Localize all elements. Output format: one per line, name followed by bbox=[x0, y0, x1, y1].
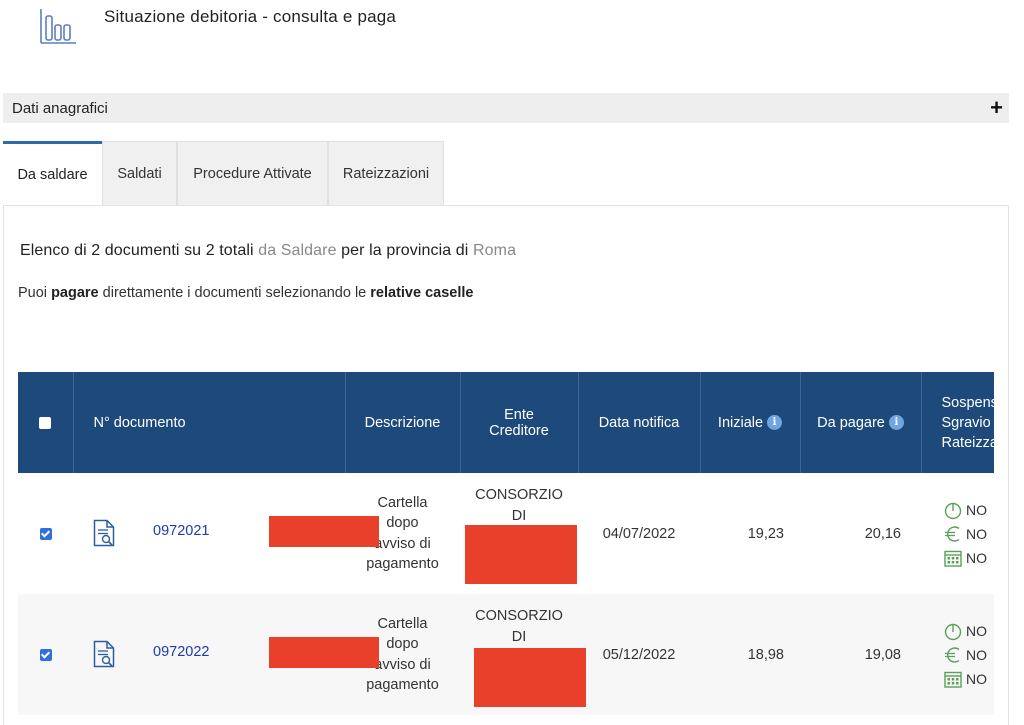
tab-da-saldare[interactable]: Da saldare bbox=[3, 141, 102, 205]
document-cell: 0972021 bbox=[73, 473, 379, 594]
select-all-checkbox[interactable] bbox=[39, 416, 52, 429]
ente-creditore-cell: CONSORZIO DI bbox=[460, 473, 578, 594]
calendar-icon bbox=[944, 671, 962, 688]
rateizzazione-flag: NO bbox=[943, 667, 994, 691]
document-cell: 0972022 bbox=[73, 594, 379, 715]
info-icon[interactable]: i bbox=[767, 415, 783, 431]
tab-saldati[interactable]: Saldati bbox=[102, 141, 177, 205]
row-checkbox[interactable] bbox=[39, 648, 52, 661]
redaction-block bbox=[474, 648, 586, 707]
bar-chart-icon bbox=[40, 9, 76, 44]
documents-table: N° documento Descrizione Ente Creditore D… bbox=[18, 372, 994, 715]
document-search-icon[interactable] bbox=[93, 640, 115, 668]
row-select-cell bbox=[18, 594, 73, 715]
iniziale-cell: 18,98 bbox=[700, 594, 800, 715]
document-number-link[interactable]: 0972021 bbox=[153, 523, 209, 539]
tab-bar: Da saldare Saldati Procedure Attivate Ra… bbox=[3, 141, 444, 205]
table-row: 0972022 Cartella dopo avviso di pagamento C… bbox=[18, 594, 994, 715]
table-row: 0972021 Cartella dopo avviso di pagamento C… bbox=[18, 473, 994, 594]
header-sospensione-sgravio-rateizzazione[interactable]: Sospens Sgravio Rateizza bbox=[921, 372, 994, 473]
header-descrizione[interactable]: Descrizione bbox=[345, 372, 461, 473]
document-number-link[interactable]: 0972022 bbox=[153, 644, 209, 660]
info-icon[interactable]: i bbox=[888, 415, 904, 431]
payment-instructions: Puoi pagare direttamente i documenti sel… bbox=[18, 285, 474, 301]
status-flags-cell: NO NO NO bbox=[921, 594, 994, 715]
timer-icon bbox=[944, 623, 962, 640]
redaction-block bbox=[269, 516, 379, 547]
header-n-documento[interactable]: N° documento bbox=[73, 372, 346, 473]
data-notifica-cell: 05/12/2022 bbox=[578, 594, 700, 715]
redaction-block bbox=[269, 637, 379, 668]
iniziale-cell: 19,23 bbox=[747, 525, 784, 542]
expand-plus-icon[interactable]: + bbox=[990, 97, 1003, 119]
tab-rateizzazioni[interactable]: Rateizzazioni bbox=[328, 141, 444, 205]
tab-procedure-attivate[interactable]: Procedure Attivate bbox=[177, 141, 328, 205]
page-title: Situazione debitoria - consulta e paga bbox=[104, 7, 397, 26]
header-ente-creditore[interactable]: Ente Creditore bbox=[460, 372, 579, 473]
page-header: Situazione debitoria - consulta e paga bbox=[0, 0, 1024, 60]
row-select-cell bbox=[18, 473, 73, 594]
select-all-header bbox=[18, 372, 74, 473]
document-search-icon[interactable] bbox=[93, 519, 115, 547]
documents-table-wrapper[interactable]: N° documento Descrizione Ente Creditore D… bbox=[18, 372, 994, 716]
sospensione-flag: NO bbox=[943, 619, 994, 643]
rateizzazione-flag: NO bbox=[943, 546, 994, 570]
sgravio-flag: NO bbox=[943, 643, 994, 667]
status-flags-cell: NO NO NO bbox=[921, 473, 994, 594]
header-data-notifica[interactable]: Data notifica bbox=[578, 372, 701, 473]
data-notifica-cell: 04/07/2022 bbox=[602, 525, 676, 542]
dati-anagrafici-panel[interactable]: Dati anagrafici + bbox=[3, 93, 1009, 123]
calendar-icon bbox=[944, 550, 962, 567]
header-da-pagare[interactable]: Da pagare i bbox=[800, 372, 922, 473]
timer-icon bbox=[944, 502, 962, 519]
euro-icon bbox=[945, 525, 960, 542]
euro-icon bbox=[945, 646, 960, 663]
redaction-block bbox=[465, 525, 577, 584]
table-header-row: N° documento Descrizione Ente Creditore D… bbox=[18, 372, 994, 473]
header-iniziale[interactable]: Iniziale i bbox=[700, 372, 801, 473]
sgravio-flag: NO bbox=[943, 522, 994, 546]
da-pagare-cell: 19,08 bbox=[800, 594, 921, 715]
panel-label: Dati anagrafici bbox=[12, 99, 108, 117]
row-checkbox[interactable] bbox=[39, 527, 52, 540]
documents-summary: Elenco di 2 documenti su 2 totali da Sal… bbox=[20, 242, 517, 259]
da-pagare-cell: 20,16 bbox=[864, 525, 901, 542]
sospensione-flag: NO bbox=[943, 498, 994, 522]
ente-creditore-cell: CONSORZIO DI bbox=[460, 594, 586, 715]
